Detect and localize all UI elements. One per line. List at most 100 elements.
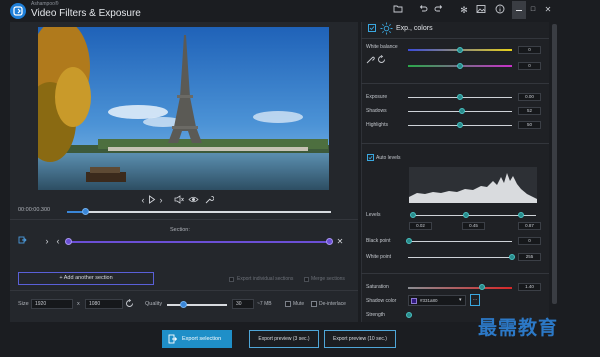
saturation-value[interactable]: 1.40	[518, 283, 541, 291]
white-point-value[interactable]: 255	[518, 253, 541, 261]
divider	[361, 143, 549, 144]
white-balance-tint-value[interactable]: 0	[518, 62, 541, 70]
quality-slider-knob[interactable]	[180, 301, 187, 308]
reset-white-balance-icon[interactable]	[377, 54, 386, 64]
section-label: Section:	[170, 227, 190, 233]
highlights-value[interactable]: 50	[518, 121, 541, 129]
eyedropper-icon[interactable]	[366, 55, 375, 64]
image-icon[interactable]	[475, 4, 487, 16]
height-input[interactable]: 1080	[85, 299, 123, 309]
levels-black-value[interactable]: 0.02	[409, 222, 432, 230]
eye-preview-icon[interactable]	[188, 195, 199, 206]
mute-label: Mute	[293, 301, 305, 307]
merge-sections-checkbox[interactable]	[304, 277, 309, 282]
play-icon[interactable]	[148, 195, 156, 206]
app-title: Video Filters & Exposure	[31, 8, 141, 19]
app-logo-icon	[10, 3, 26, 19]
saturation-slider[interactable]	[408, 287, 512, 289]
export-icon	[168, 334, 178, 352]
exposure-value[interactable]: 0.00	[518, 93, 541, 101]
shadow-color-swatch	[411, 298, 417, 304]
timecode: 00:00:00.300	[18, 207, 51, 213]
divider	[361, 273, 549, 274]
strength-knob[interactable]	[406, 312, 412, 318]
export-preview-10-button[interactable]: Export preview (10 sec.)	[324, 330, 396, 348]
levels-mid-knob[interactable]	[463, 212, 469, 218]
panel-title: Exp., colors	[396, 25, 433, 32]
brand-label: Ashampoo®	[31, 1, 59, 7]
quality-label: Quality	[145, 301, 163, 307]
add-section-button[interactable]: + Add another section	[18, 272, 154, 285]
section-next-icon[interactable]: ‹	[54, 236, 62, 246]
export-selection-button[interactable]: Export selection	[162, 330, 232, 348]
previous-frame-icon[interactable]: ‹	[139, 195, 147, 205]
merge-sections-label: Merge sections	[311, 276, 345, 282]
black-point-slider[interactable]	[408, 241, 512, 242]
saturation-knob[interactable]	[479, 284, 485, 290]
quality-input[interactable]: 30	[232, 299, 254, 309]
export-individual-checkbox[interactable]	[229, 277, 234, 282]
section-start-handle[interactable]	[65, 238, 72, 245]
info-icon[interactable]	[494, 4, 506, 16]
remove-section-close-icon[interactable]: ✕	[336, 237, 344, 247]
exposure-knob[interactable]	[457, 94, 463, 100]
undo-icon[interactable]	[417, 4, 429, 16]
section-end-handle[interactable]	[326, 238, 333, 245]
shadow-color-value: #331a80	[420, 298, 438, 303]
watermark-text: 最需教育	[478, 317, 559, 339]
black-point-label: Black point	[366, 238, 391, 244]
levels-white-knob[interactable]	[518, 212, 524, 218]
folder-icon[interactable]	[392, 4, 404, 16]
white-point-knob[interactable]	[509, 254, 515, 260]
section-start-icon[interactable]	[17, 236, 27, 246]
export-individual-label: Export individual sections	[237, 276, 294, 282]
white-balance-temperature-value[interactable]: 0	[518, 46, 541, 54]
levels-label: Levels	[366, 212, 381, 218]
deinterlace-checkbox[interactable]	[311, 301, 317, 307]
levels-mid-value[interactable]: 0.45	[462, 222, 485, 230]
levels-black-knob[interactable]	[410, 212, 416, 218]
volume-icon[interactable]	[174, 195, 184, 206]
levels-white-value[interactable]: 0.87	[518, 222, 541, 230]
black-point-knob[interactable]	[406, 238, 412, 244]
white-balance-tint-knob[interactable]	[457, 63, 463, 69]
export-selection-label: Export selection	[182, 336, 222, 342]
white-point-label: White point	[366, 254, 392, 260]
maximize-icon[interactable]: □	[527, 4, 539, 16]
minimize-button[interactable]	[512, 1, 526, 19]
export-preview-3-button[interactable]: Export preview (3 sec.)	[249, 330, 319, 348]
mute-checkbox[interactable]	[285, 301, 291, 307]
timeline-playhead[interactable]	[82, 208, 89, 215]
next-frame-icon[interactable]: ›	[157, 195, 165, 205]
shadows-value[interactable]: 52	[518, 107, 541, 115]
exposure-label: Exposure	[366, 94, 388, 100]
divider	[10, 290, 358, 291]
sun-exposure-icon	[380, 22, 393, 35]
settings-gear-icon[interactable]: ✻	[458, 4, 470, 16]
panel-toggle-checkbox[interactable]	[368, 24, 376, 32]
shadows-knob[interactable]	[459, 108, 465, 114]
highlights-knob[interactable]	[457, 122, 463, 128]
histogram	[409, 167, 537, 203]
timeline-track[interactable]	[67, 211, 331, 213]
color-picker-more-button[interactable]: …	[470, 294, 480, 306]
quality-slider[interactable]	[167, 304, 227, 306]
section-prev-icon[interactable]: ›	[43, 236, 51, 246]
auto-levels-checkbox[interactable]	[367, 154, 374, 161]
shadows-label: Shadows	[366, 108, 387, 114]
panel-scrollbar-thumb[interactable]	[552, 24, 557, 304]
width-input[interactable]: 1920	[31, 299, 73, 309]
deinterlace-label: De-interlace	[319, 301, 346, 307]
close-icon[interactable]: ✕	[542, 4, 554, 16]
reset-size-icon[interactable]	[125, 298, 134, 310]
divider	[10, 219, 358, 220]
white-point-slider[interactable]	[408, 257, 512, 258]
shadow-color-select[interactable]: #331a80 ▾	[408, 295, 466, 306]
chevron-down-icon: ▾	[459, 297, 462, 303]
black-point-value[interactable]: 0	[518, 237, 541, 245]
size-label: Size	[18, 301, 29, 307]
tools-wrench-icon[interactable]	[204, 195, 215, 206]
white-balance-temperature-knob[interactable]	[457, 47, 463, 53]
section-range-track[interactable]	[68, 241, 330, 243]
redo-icon[interactable]	[433, 4, 445, 16]
